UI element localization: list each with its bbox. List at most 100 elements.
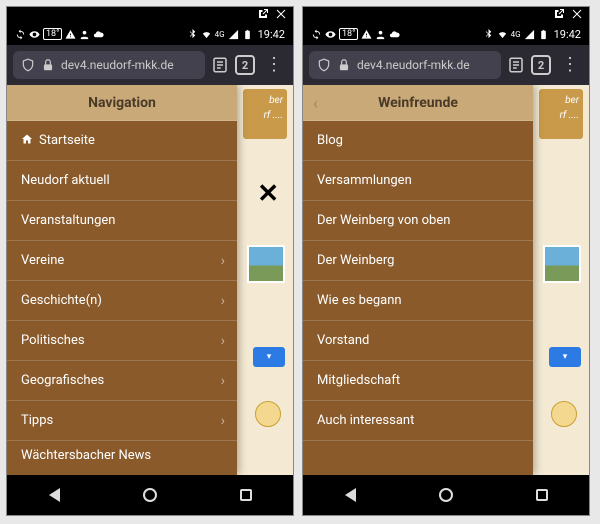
recents-button[interactable] [536,489,548,501]
drawer-item-label: Versammlungen [317,173,412,188]
drawer-title: Navigation [88,95,156,111]
battery-icon [242,29,253,40]
person-icon [79,29,90,40]
android-nav-bar [7,475,293,515]
banner-text-1: ber [565,95,579,106]
drawer-item-label: Startseite [39,133,95,148]
background-photo [543,245,581,283]
wifi-icon [201,29,212,40]
background-photo [247,245,285,283]
warning-icon [65,29,76,40]
home-button[interactable] [143,488,157,502]
bluetooth-icon [483,29,494,40]
url-text: dev4.neudorf-mkk.de [357,58,470,72]
drawer-item-label: Vorstand [317,333,369,348]
reader-mode-icon[interactable] [507,56,525,74]
nav-drawer: Navigation Startseite Neudorf aktuell Vera… [7,85,237,475]
drawer-item[interactable]: Wie es begann [303,281,533,321]
url-field[interactable]: dev4.neudorf-mkk.de [309,51,501,79]
android-status-bar: 18° 4G 19:42 [7,23,293,45]
drawer-item[interactable]: Wächtersbacher News [7,441,237,469]
drawer-item-label: Mitgliedschaft [317,373,400,388]
popout-icon[interactable] [257,8,269,23]
close-icon[interactable] [275,8,287,23]
drawer-list: Startseite Neudorf aktuell Veranstaltungen… [7,121,237,475]
network-type: 4G [511,30,521,39]
chevron-right-icon: › [221,413,225,429]
background-banner: ber rf .... [539,89,583,139]
drawer-item[interactable]: Vorstand [303,321,533,361]
signal-icon [524,29,535,40]
banner-text-2: rf .... [264,110,283,121]
drawer-item-label: Politisches [21,333,85,348]
drawer-item-label: Tipps [21,413,53,428]
browser-menu-icon[interactable]: ⋮ [261,56,287,74]
background-banner: ber rf .... [243,89,287,139]
temperature: 18° [43,28,62,40]
drawer-item[interactable]: Der Weinberg von oben [303,201,533,241]
drawer-item[interactable]: Blog [303,121,533,161]
drawer-item-label: Blog [317,133,343,148]
drawer-item-label: Wächtersbacher News [21,448,151,463]
reader-mode-icon[interactable] [211,56,229,74]
nav-drawer: ‹ Weinfreunde BlogVersammlungenDer Weinb… [303,85,533,475]
tab-counter[interactable]: 2 [235,55,255,75]
drawer-item[interactable]: Auch interessant [303,401,533,441]
drawer-item-label: Vereine [21,253,64,268]
background-badge [255,401,281,427]
wifi-icon [497,29,508,40]
browser-url-bar: dev4.neudorf-mkk.de 2 ⋮ [303,45,589,85]
background-dropdown-chip[interactable]: ▾ [549,347,581,367]
chevron-right-icon: › [221,253,225,269]
page-viewport: ber rf .... ✕ ▾ Navigation Startseite Neu… [7,85,293,475]
temperature: 18° [339,28,358,40]
phone-right: 18° 4G 19:42 dev4.neudorf-mkk.de 2 ⋮ ber [302,6,590,516]
eye-icon [29,29,40,40]
person-icon [375,29,386,40]
drawer-header: Navigation [7,85,237,121]
drawer-item[interactable]: Der Weinberg [303,241,533,281]
drawer-item[interactable]: Mitgliedschaft [303,361,533,401]
android-nav-bar [303,475,589,515]
tab-counter[interactable]: 2 [531,55,551,75]
clock: 19:42 [258,28,285,41]
close-icon[interactable] [571,8,583,23]
drawer-item-label: Veranstaltungen [21,213,115,228]
drawer-item[interactable]: Geografisches › [7,361,237,401]
chevron-right-icon: › [221,333,225,349]
url-field[interactable]: dev4.neudorf-mkk.de [13,51,205,79]
home-icon [21,133,33,149]
background-dropdown-chip[interactable]: ▾ [253,347,285,367]
drawer-item-label: Geografisches [21,373,104,388]
drawer-item[interactable]: Neudorf aktuell [7,161,237,201]
android-status-bar: 18° 4G 19:42 [303,23,589,45]
back-button[interactable] [345,488,356,502]
popout-icon[interactable] [553,8,565,23]
background-badge [551,401,577,427]
home-button[interactable] [439,488,453,502]
url-text: dev4.neudorf-mkk.de [61,58,174,72]
clock: 19:42 [554,28,581,41]
drawer-item[interactable]: Vereine › [7,241,237,281]
drawer-item-label: Neudorf aktuell [21,173,110,188]
signal-icon [228,29,239,40]
drawer-item-label: Auch interessant [317,413,414,428]
banner-text-2: rf .... [560,110,579,121]
drawer-item[interactable]: Startseite [7,121,237,161]
drawer-item-label: Geschichte(n) [21,293,102,308]
chevron-right-icon: › [221,373,225,389]
drawer-item[interactable]: Politisches › [7,321,237,361]
shield-icon [21,58,35,72]
shield-icon [317,58,331,72]
drawer-back-icon[interactable]: ‹ [313,93,318,112]
drawer-item-label: Der Weinberg [317,253,394,268]
chevron-right-icon: › [221,293,225,309]
drawer-item[interactable]: Geschichte(n) › [7,281,237,321]
drawer-item[interactable]: Veranstaltungen [7,201,237,241]
recents-button[interactable] [240,489,252,501]
back-button[interactable] [49,488,60,502]
background-close-icon[interactable]: ✕ [257,179,279,209]
drawer-item[interactable]: Tipps › [7,401,237,441]
browser-menu-icon[interactable]: ⋮ [557,56,583,74]
drawer-item[interactable]: Versammlungen [303,161,533,201]
